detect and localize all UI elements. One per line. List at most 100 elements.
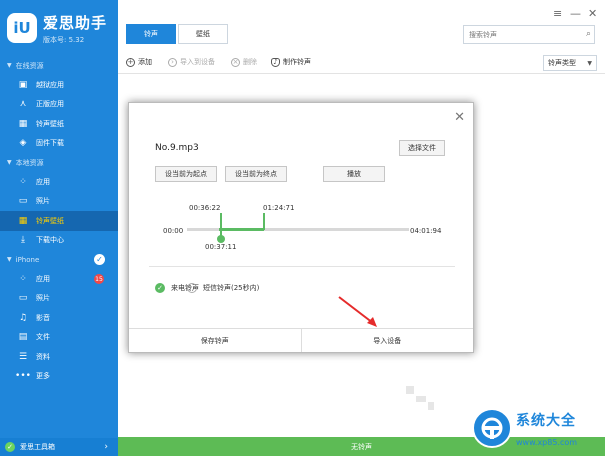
make-ringtone-label: 制作铃声 <box>283 58 311 66</box>
caret-down-icon: ▼ <box>587 59 592 67</box>
triangle-down-icon: ▼ <box>7 256 12 263</box>
photo-icon: ▭ <box>18 293 28 304</box>
sidebar-item-label: 应用 <box>36 274 50 283</box>
music-icon: ♫ <box>18 312 28 323</box>
section-title: 在线资源 <box>15 61 44 70</box>
sidebar-item-iphone-files[interactable]: ▤ 文件 <box>0 328 118 348</box>
sidebar-item-ringtones-wallpapers-online[interactable]: ▦ 铃声壁纸 <box>0 114 118 134</box>
watermark-url: www.xp85.com <box>516 438 578 447</box>
close-icon[interactable]: ✕ <box>454 110 465 125</box>
arrow-right-icon: › <box>168 57 177 67</box>
sidebar-item-jailbreak-apps[interactable]: ▣ 越狱应用 <box>0 75 118 95</box>
toolbox-button[interactable]: ✓ 爱思工具箱 › <box>0 438 118 456</box>
radio-sms-ringtone[interactable]: 短信铃声(25秒内) <box>187 283 259 293</box>
add-button[interactable]: + 添加 <box>126 57 152 67</box>
total-time-label: 04:01:94 <box>410 227 442 235</box>
divider <box>149 266 455 267</box>
sidebar-item-genuine-apps[interactable]: ⋏ 正版应用 <box>0 95 118 115</box>
connected-check-icon: ✓ <box>94 254 105 265</box>
chevron-right-icon: › <box>104 442 108 452</box>
sidebar-item-label: 正版应用 <box>36 100 64 109</box>
ringtone-type-select[interactable]: 铃声类型 ▼ <box>543 55 597 71</box>
sidebar-item-iphone-more[interactable]: ••• 更多 <box>0 367 118 387</box>
file-name: No.9.mp3 <box>155 143 199 153</box>
import-device-button[interactable]: 导入设备 <box>302 329 474 352</box>
play-button[interactable]: 播放 <box>323 166 385 182</box>
section-local-resources[interactable]: ▼ 本地资源 <box>0 153 118 172</box>
cube-icon: ◈ <box>19 138 27 149</box>
sidebar-item-local-photos[interactable]: ▭ 照片 <box>0 192 118 212</box>
sidebar-item-label: 铃声壁纸 <box>36 119 64 128</box>
sidebar-item-label: 下载中心 <box>36 236 64 245</box>
app-count-badge: 15 <box>94 274 104 284</box>
playhead-handle[interactable] <box>217 235 225 243</box>
tab-ringtones[interactable]: 铃声 <box>126 24 176 44</box>
search-placeholder: 搜索铃声 <box>469 30 497 39</box>
dialog-footer: 保存铃声 导入设备 <box>129 328 473 352</box>
sidebar-item-label: 照片 <box>36 197 50 206</box>
app-store-icon: ⋏ <box>19 99 27 110</box>
sidebar-item-iphone-data[interactable]: ☰ 资料 <box>0 347 118 367</box>
make-ringtone-button[interactable]: ♪ 制作铃声 <box>271 57 311 67</box>
bell-icon: ♪ <box>271 57 280 67</box>
set-end-button[interactable]: 设当前为终点 <box>225 166 287 182</box>
import-label: 导入到设备 <box>180 58 215 66</box>
tab-wallpapers[interactable]: 壁纸 <box>178 24 228 44</box>
sidebar-item-iphone-photos[interactable]: ▭ 照片 <box>0 289 118 309</box>
sidebar-item-label: 铃声壁纸 <box>36 216 64 225</box>
search-input[interactable]: 搜索铃声 ⌕ <box>463 25 595 44</box>
watermark-logo <box>472 408 512 448</box>
check-icon: ✓ <box>5 442 15 452</box>
grid-icon: ⁘ <box>19 273 27 284</box>
plus-icon: + <box>126 57 135 67</box>
sidebar: iU 爱思助手 版本号: 5.32 ▼ 在线资源 ▣ 越狱应用 ⋏ 正版应用 ▦… <box>0 0 118 456</box>
header: 铃声 壁纸 搜索铃声 ⌕ ≡ — ✕ <box>118 0 605 48</box>
triangle-down-icon: ▼ <box>7 62 12 69</box>
radio-sms-label: 短信铃声(25秒内) <box>203 284 260 292</box>
make-ringtone-dialog: ✕ No.9.mp3 选择文件 设当前为起点 设当前为终点 播放 00:36:2… <box>128 102 474 353</box>
zero-time-label: 00:00 <box>163 227 184 235</box>
sidebar-item-label: 影音 <box>36 313 50 322</box>
close-window-icon[interactable]: ✕ <box>588 7 597 20</box>
triangle-down-icon: ▼ <box>7 159 12 166</box>
red-arrow-annotation <box>338 296 377 327</box>
brand: iU 爱思助手 版本号: 5.32 <box>0 0 118 56</box>
add-label: 添加 <box>138 58 152 66</box>
sidebar-item-label: 照片 <box>36 294 50 303</box>
watermark-text: 系统大全 <box>516 413 576 429</box>
delete-label: 删除 <box>243 58 257 66</box>
delete-button[interactable]: × 删除 <box>231 57 257 67</box>
start-marker-handle[interactable] <box>220 213 222 230</box>
set-start-button[interactable]: 设当前为起点 <box>155 166 217 182</box>
minimize-icon[interactable]: — <box>570 7 581 20</box>
section-online-resources[interactable]: ▼ 在线资源 <box>0 56 118 75</box>
start-time-label: 00:36:22 <box>189 204 221 212</box>
sidebar-item-local-apps[interactable]: ⁘ 应用 <box>0 172 118 192</box>
app-logo: iU <box>7 13 37 43</box>
end-marker-handle[interactable] <box>263 213 265 230</box>
sidebar-item-iphone-apps[interactable]: ⁘ 应用 15 <box>0 269 118 289</box>
more-icon: ••• <box>15 371 31 382</box>
section-iphone[interactable]: ▼ iPhone ✓ <box>0 250 118 269</box>
sidebar-item-label: 更多 <box>36 372 50 381</box>
end-time-label: 01:24:71 <box>263 204 295 212</box>
watermark: 系统大全 www.xp85.com <box>406 386 605 456</box>
save-ringtone-button[interactable]: 保存铃声 <box>129 329 302 352</box>
sidebar-item-download-center[interactable]: ⤓ 下载中心 <box>0 231 118 251</box>
download-icon: ⤓ <box>21 235 25 246</box>
selected-range <box>219 228 264 231</box>
current-time-label: 00:37:11 <box>205 243 237 251</box>
box-icon: ▣ <box>18 79 28 90</box>
photo-icon: ▭ <box>18 196 28 207</box>
sidebar-item-label: 文件 <box>36 333 50 342</box>
sidebar-item-iphone-media[interactable]: ♫ 影音 <box>0 308 118 328</box>
import-to-device-button[interactable]: › 导入到设备 <box>168 57 215 67</box>
sidebar-item-firmware-download[interactable]: ◈ 固件下载 <box>0 134 118 154</box>
search-icon[interactable]: ⌕ <box>586 29 591 39</box>
toolbar: + 添加 › 导入到设备 × 删除 ♪ 制作铃声 铃声类型 ▼ <box>118 52 605 74</box>
app-name: 爱思助手 <box>43 13 108 32</box>
menu-icon[interactable]: ≡ <box>553 7 562 20</box>
sidebar-item-local-ringtones-wallpapers[interactable]: ▦ 铃声壁纸 <box>0 211 118 231</box>
choose-file-button[interactable]: 选择文件 <box>399 140 445 156</box>
sidebar-item-label: 应用 <box>36 177 50 186</box>
